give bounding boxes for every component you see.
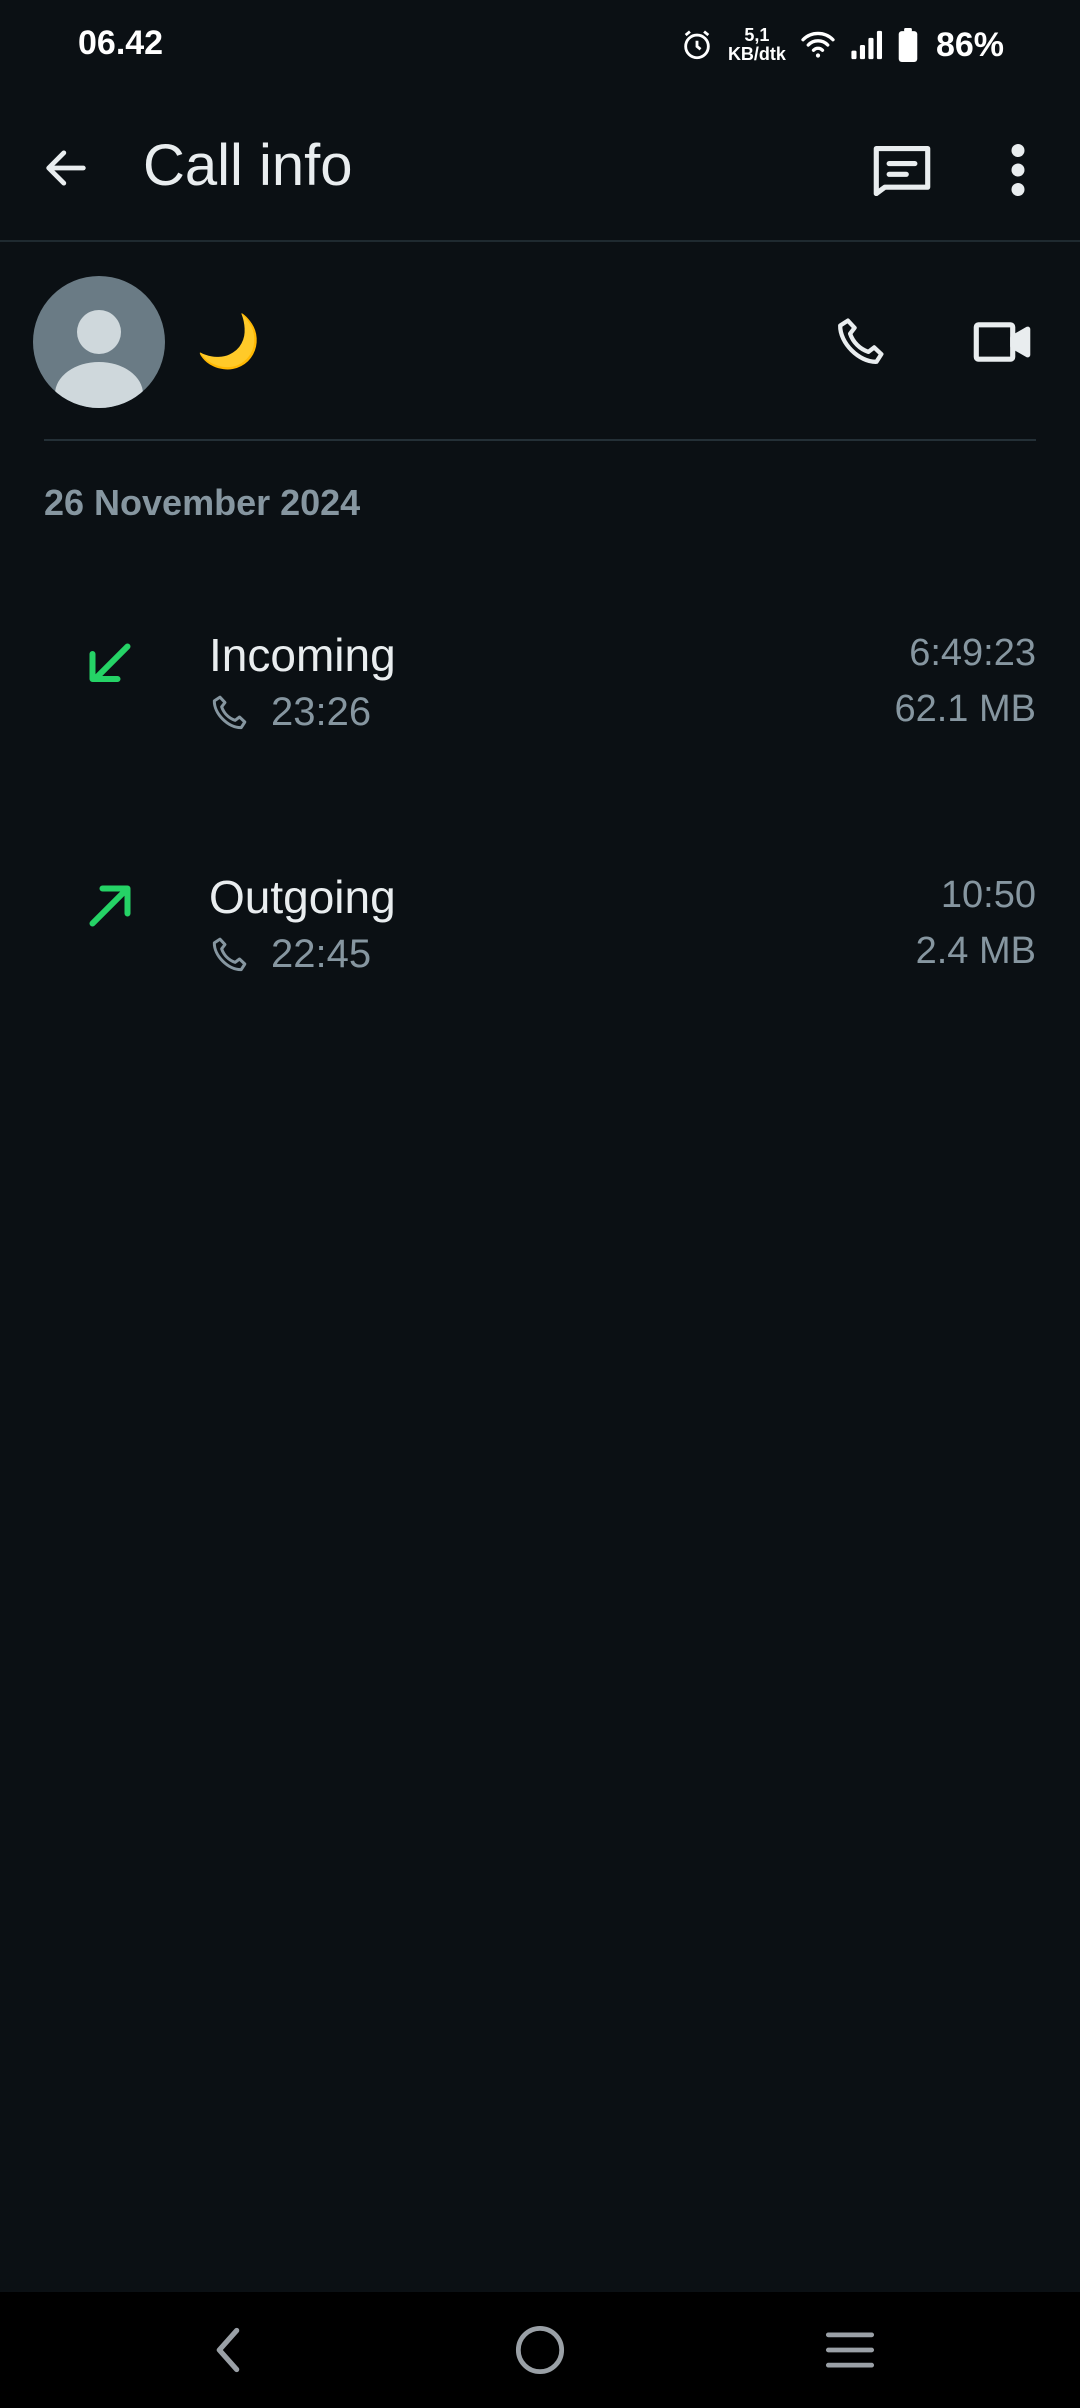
contact-header: 🌙: [0, 242, 1080, 440]
status-bar: 06.42 5,1 KB/dtk 86%: [0, 0, 1080, 90]
call-info-screen: 06.42 5,1 KB/dtk 86% Call info 🌙 26 Nove…: [0, 0, 1080, 2408]
audio-call-button[interactable]: [820, 302, 900, 382]
phone-icon: [212, 695, 247, 729]
system-navigation-bar: [0, 2292, 1080, 2408]
call-time: 22:45: [271, 932, 372, 976]
home-circle-icon: [515, 2325, 565, 2375]
call-date-header: 26 November 2024: [44, 482, 361, 523]
signal-icon: [851, 30, 882, 60]
status-time: 06.42: [78, 24, 164, 62]
outgoing-call-arrow-icon: [89, 885, 131, 927]
call-type-label: Outgoing: [209, 871, 396, 923]
more-vertical-icon: [1011, 144, 1025, 196]
default-avatar-icon: [55, 310, 143, 408]
back-button[interactable]: [30, 132, 102, 204]
chevron-left-icon: [216, 2327, 240, 2373]
app-bar: Call info: [0, 90, 1080, 242]
phone-icon: [212, 937, 247, 971]
battery-icon: [898, 28, 918, 62]
phone-icon: [838, 318, 884, 364]
nav-recents-button[interactable]: [802, 2312, 898, 2388]
page-title: Call info: [143, 133, 353, 198]
network-speed-value: 5,1: [744, 25, 770, 45]
message-button[interactable]: [862, 130, 942, 210]
video-call-button[interactable]: [962, 302, 1042, 382]
call-time-row: 23:26: [209, 690, 371, 735]
nav-back-button[interactable]: [180, 2312, 276, 2388]
incoming-call-arrow-icon: [89, 643, 131, 682]
chat-message-icon: [873, 146, 931, 196]
battery-percent: 86%: [935, 25, 1004, 64]
network-speed-unit: KB/dtk: [727, 44, 786, 64]
menu-lines-icon: [825, 2332, 875, 2368]
alarm-icon: [684, 30, 710, 60]
wifi-icon: [801, 31, 835, 58]
call-time-row: 22:45: [209, 932, 371, 977]
arrow-back-icon: [46, 150, 86, 186]
avatar[interactable]: [33, 276, 165, 408]
video-camera-icon: [973, 322, 1031, 362]
divider: [44, 439, 1036, 441]
call-duration: 10:50: [940, 874, 1036, 916]
status-icons: 5,1 KB/dtk 86%: [680, 20, 1004, 70]
more-options-button[interactable]: [990, 130, 1046, 210]
call-time: 23:26: [271, 690, 372, 734]
call-log-item[interactable]: Outgoing 22:45 10:50 2.4 MB: [0, 832, 1080, 1002]
nav-home-button[interactable]: [492, 2312, 588, 2388]
call-log-item[interactable]: Incoming 23:26 6:49:23 62.1 MB: [0, 590, 1080, 760]
call-data-usage: 62.1 MB: [894, 688, 1036, 730]
call-data-usage: 2.4 MB: [915, 930, 1036, 972]
contact-name[interactable]: 🌙: [196, 314, 261, 370]
call-type-label: Incoming: [209, 629, 396, 681]
call-duration: 6:49:23: [909, 632, 1036, 674]
network-speed: 5,1 KB/dtk: [728, 26, 786, 64]
